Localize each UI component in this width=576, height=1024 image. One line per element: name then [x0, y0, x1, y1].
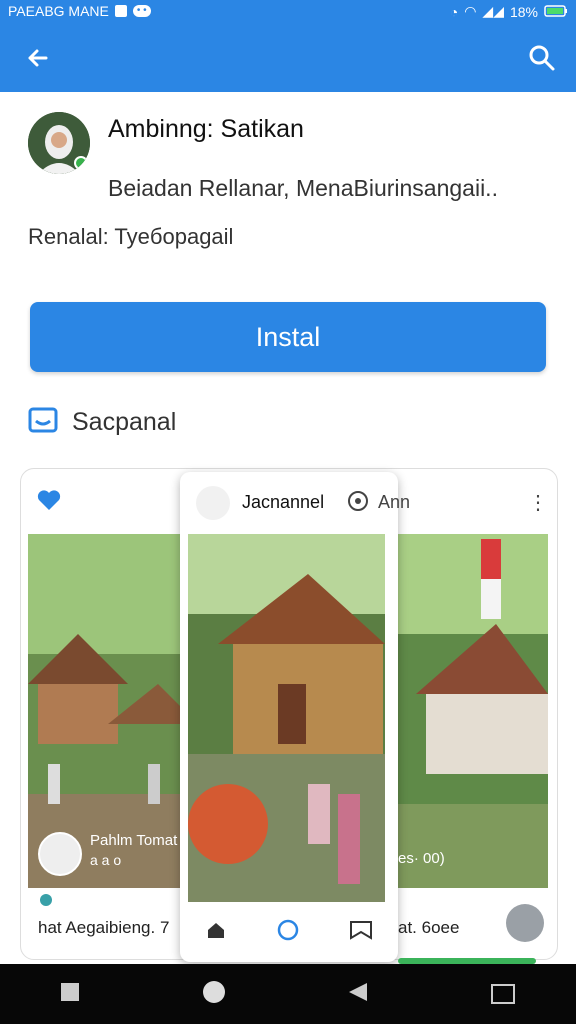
bookmark-icon[interactable] [349, 918, 373, 947]
screenshot-nav-icon[interactable] [490, 979, 516, 1010]
status-pill-icon: • • [132, 5, 151, 17]
signal-icon: ◢◢ [482, 3, 504, 19]
install-button[interactable]: Instal [30, 302, 546, 372]
home-icon[interactable] [205, 919, 227, 946]
section-header: Sacpanal [28, 405, 176, 440]
app-title: Ambinng: Satikan [108, 115, 304, 143]
alarm-icon: ◔ [449, 3, 459, 20]
left-video-title: Pahlm Tomat [90, 832, 178, 849]
like-icon [38, 892, 60, 913]
search-icon[interactable] [526, 42, 558, 74]
overlay-ann: Ann [378, 492, 411, 512]
wifi-icon: ◠ [464, 3, 477, 19]
app-bar [0, 22, 576, 92]
clock-icon [347, 490, 369, 517]
back-nav-icon[interactable] [347, 981, 369, 1008]
app-meta: Renalal: Tyeбopagail [28, 224, 234, 249]
system-navbar [0, 964, 576, 1024]
message-icon [28, 405, 58, 440]
overlay-tabbar [180, 904, 398, 960]
overlay-name: Jacnannel [242, 492, 325, 512]
battery-icon [544, 4, 568, 20]
status-left-text: PAEABG MANE [8, 3, 109, 19]
right-video-text: es· 00) [398, 850, 445, 867]
notification-icon [114, 5, 127, 17]
section-label: Sacpanal [72, 408, 177, 436]
app-subtitle: Beiadan Rellanar, MenaBiurinsangaii.. [108, 175, 498, 201]
online-status-dot [74, 156, 88, 170]
channel-icon [196, 486, 230, 520]
status-bar: PAEABG MANE • • ◔ ◠ ◢◢ 18% [0, 0, 576, 22]
caption-right: at. 6oee [398, 918, 460, 937]
avatar [28, 112, 90, 174]
battery-percent: 18% [509, 3, 538, 20]
screenshot-center[interactable] [188, 534, 385, 902]
home-nav-icon[interactable] [201, 979, 227, 1010]
left-video-sub: a a o [90, 852, 122, 868]
compass-icon[interactable] [276, 918, 300, 947]
caption-left: hat Aegaibieng. 7 [38, 918, 170, 937]
more-options-icon[interactable]: ⋮ [528, 490, 548, 515]
video-avatar [38, 832, 82, 876]
back-arrow-icon[interactable] [22, 42, 54, 74]
fab-button[interactable] [506, 904, 544, 942]
recent-apps-icon[interactable] [60, 982, 80, 1007]
heart-icon[interactable] [36, 488, 62, 517]
screenshot-right[interactable] [386, 534, 548, 888]
